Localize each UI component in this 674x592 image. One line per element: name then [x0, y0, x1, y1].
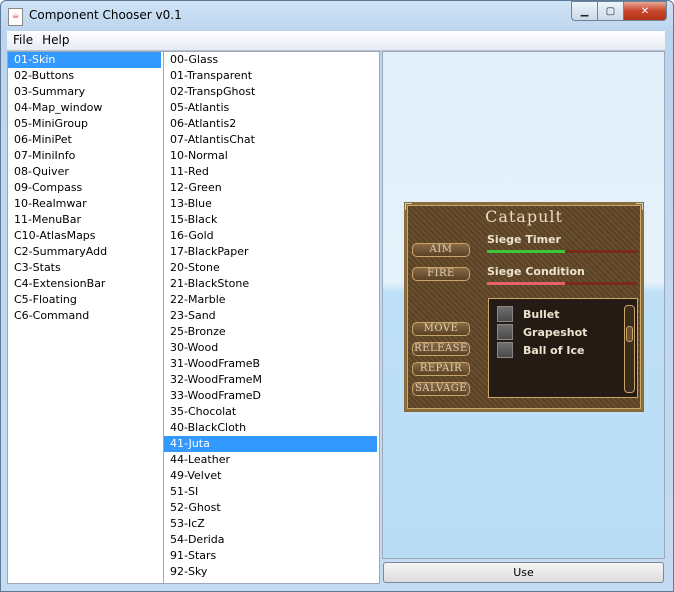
category-list-item[interactable]: C10-AtlasMaps	[8, 228, 163, 244]
skin-list-item[interactable]: 01-Transparent	[164, 68, 379, 84]
category-list-item[interactable]: 01-Skin	[8, 52, 161, 68]
skin-list-item[interactable]: 52-Ghost	[164, 500, 379, 516]
category-list-item[interactable]: 07-MiniInfo	[8, 148, 163, 164]
use-button[interactable]: Use	[383, 562, 664, 583]
preview-panel: Catapult AIM FIRE MOVE RELEASE REPAIR SA…	[382, 51, 665, 559]
category-list-item[interactable]: C4-ExtensionBar	[8, 276, 163, 292]
skin-list-item[interactable]: 16-Gold	[164, 228, 379, 244]
category-list-item[interactable]: 10-Realmwar	[8, 196, 163, 212]
skin-list-item[interactable]: 91-Stars	[164, 548, 379, 564]
title-bar[interactable]: ☕ Component Chooser v0.1 ▁ ▢ ✕	[1, 1, 673, 31]
category-list-item[interactable]: 02-Buttons	[8, 68, 163, 84]
skin-list-item[interactable]: 12-Green	[164, 180, 379, 196]
skin-list-item[interactable]: 25-Bronze	[164, 324, 379, 340]
minimize-button[interactable]: ▁	[571, 1, 597, 21]
skin-list-item[interactable]: 49-Velvet	[164, 468, 379, 484]
catapult-title: Catapult	[485, 207, 563, 226]
skin-list-item[interactable]: 13-Blue	[164, 196, 379, 212]
skin-list-item[interactable]: 32-WoodFrameM	[164, 372, 379, 388]
aim-button[interactable]: AIM	[412, 243, 470, 257]
ammo-item[interactable]: Ball of Ice	[497, 342, 584, 358]
ammo-checkbox[interactable]	[497, 306, 513, 322]
ammo-list[interactable]: Bullet Grapeshot Ball of Ice	[488, 298, 638, 398]
repair-button[interactable]: REPAIR	[412, 362, 470, 376]
skin-list-item[interactable]: 07-AtlantisChat	[164, 132, 379, 148]
skin-list-item[interactable]: 10-Normal	[164, 148, 379, 164]
category-list[interactable]: 01-Skin 02-Buttons 03-Summary 04-Map_window…	[7, 51, 164, 584]
salvage-button[interactable]: SALVAGE	[412, 382, 470, 396]
category-list-item[interactable]: C6-Command	[8, 308, 163, 324]
java-app-icon: ☕	[8, 8, 23, 26]
menu-help[interactable]: Help	[36, 31, 72, 47]
skin-list-item[interactable]: 30-Wood	[164, 340, 379, 356]
siege-condition-bar	[487, 282, 637, 285]
category-list-item[interactable]: 04-Map_window	[8, 100, 163, 116]
skin-list-item[interactable]: 15-Black	[164, 212, 379, 228]
ammo-scrollbar[interactable]	[624, 305, 635, 393]
category-list-item[interactable]: 09-Compass	[8, 180, 163, 196]
skin-list-item[interactable]: 17-BlackPaper	[164, 244, 379, 260]
category-list-item[interactable]: 06-MiniPet	[8, 132, 163, 148]
window-title: Component Chooser v0.1	[29, 8, 182, 22]
skin-list-item[interactable]: 11-Red	[164, 164, 379, 180]
siege-timer-label: Siege Timer	[487, 233, 561, 246]
skin-list-item[interactable]: 54-Derida	[164, 532, 379, 548]
category-list-item[interactable]: 05-MiniGroup	[8, 116, 163, 132]
skin-list-item[interactable]: 20-Stone	[164, 260, 379, 276]
skin-list[interactable]: 00-Glass 01-Transparent 02-TranspGhost 05-A…	[164, 51, 380, 584]
skin-list-item[interactable]: 53-IcZ	[164, 516, 379, 532]
menu-bar: File Help	[7, 31, 665, 51]
close-button[interactable]: ✕	[623, 1, 667, 21]
category-list-item[interactable]: C3-Stats	[8, 260, 163, 276]
skin-list-item[interactable]: 02-TranspGhost	[164, 84, 379, 100]
skin-list-item[interactable]: 51-SI	[164, 484, 379, 500]
skin-list-item[interactable]: 40-BlackCloth	[164, 420, 379, 436]
skin-list-item[interactable]: 06-Atlantis2	[164, 116, 379, 132]
category-list-item[interactable]: 11-MenuBar	[8, 212, 163, 228]
catapult-window-preview: Catapult AIM FIRE MOVE RELEASE REPAIR SA…	[404, 202, 644, 412]
skin-list-item[interactable]: 33-WoodFrameD	[164, 388, 379, 404]
skin-list-item[interactable]: 22-Marble	[164, 292, 379, 308]
ammo-item[interactable]: Bullet	[497, 306, 559, 322]
move-button[interactable]: MOVE	[412, 322, 470, 336]
skin-list-item[interactable]: 31-WoodFrameB	[164, 356, 379, 372]
skin-list-item[interactable]: 23-Sand	[164, 308, 379, 324]
ammo-item[interactable]: Grapeshot	[497, 324, 587, 340]
category-list-item[interactable]: 08-Quiver	[8, 164, 163, 180]
siege-timer-bar	[487, 250, 637, 253]
skin-list-item[interactable]: 44-Leather	[164, 452, 379, 468]
category-list-item[interactable]: C2-SummaryAdd	[8, 244, 163, 260]
skin-list-item[interactable]: 00-Glass	[164, 52, 379, 68]
menu-file[interactable]: File	[7, 31, 36, 47]
release-button[interactable]: RELEASE	[412, 342, 470, 356]
skin-list-item[interactable]: 41-Juta	[164, 436, 377, 452]
component-chooser-window: ☕ Component Chooser v0.1 ▁ ▢ ✕ File Help …	[0, 0, 674, 592]
category-list-item[interactable]: 03-Summary	[8, 84, 163, 100]
ammo-checkbox[interactable]	[497, 342, 513, 358]
skin-list-item[interactable]: 35-Chocolat	[164, 404, 379, 420]
ammo-checkbox[interactable]	[497, 324, 513, 340]
maximize-button[interactable]: ▢	[597, 1, 623, 21]
skin-list-item[interactable]: 05-Atlantis	[164, 100, 379, 116]
category-list-item[interactable]: C5-Floating	[8, 292, 163, 308]
skin-list-item[interactable]: 92-Sky	[164, 564, 379, 580]
fire-button[interactable]: FIRE	[412, 267, 470, 281]
siege-condition-label: Siege Condition	[487, 265, 585, 278]
scroll-thumb[interactable]	[626, 326, 633, 342]
skin-list-item[interactable]: 21-BlackStone	[164, 276, 379, 292]
